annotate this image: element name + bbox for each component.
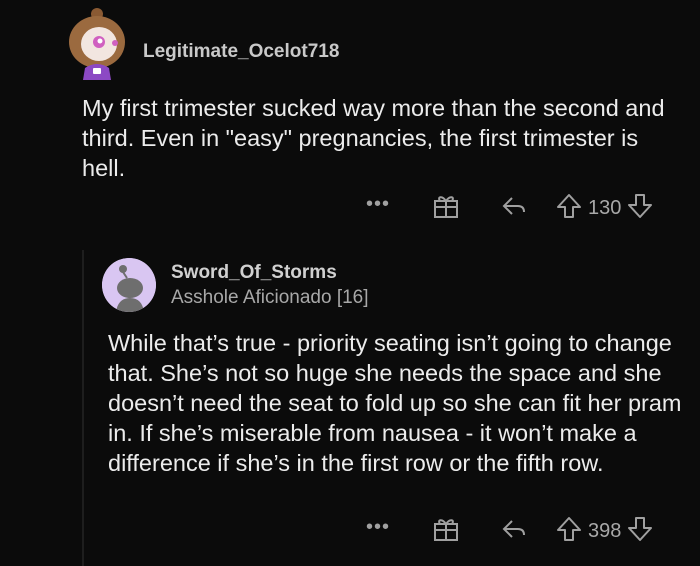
comment-1: Legitimate_Ocelot718 My first trimester … xyxy=(0,0,700,250)
comment-actions: ••• 130 xyxy=(364,192,653,225)
vote-score: 130 xyxy=(588,197,622,219)
upvote-arrow-icon[interactable] xyxy=(556,192,582,225)
more-options-icon[interactable]: ••• xyxy=(364,516,392,539)
award-gift-icon[interactable] xyxy=(432,192,460,225)
user-flair: Asshole Aficionado [16] xyxy=(171,287,369,308)
snoo-avatar-icon xyxy=(102,258,156,312)
more-options-icon[interactable]: ••• xyxy=(364,193,392,216)
avatar[interactable] xyxy=(66,8,128,80)
comment-body: My first trimester sucked way more than … xyxy=(82,95,665,181)
vote-score: 398 xyxy=(588,520,622,542)
downvote-arrow-icon[interactable] xyxy=(627,192,653,225)
username[interactable]: Legitimate_Ocelot718 xyxy=(143,41,339,63)
avatar-icon xyxy=(69,8,125,80)
avatar[interactable] xyxy=(102,258,156,312)
comment-body: While that’s true - priority seating isn… xyxy=(108,330,682,476)
reply-arrow-icon[interactable] xyxy=(500,192,528,225)
username[interactable]: Sword_Of_Storms xyxy=(171,262,337,284)
comment-actions: ••• 398 xyxy=(364,515,653,548)
upvote-arrow-icon[interactable] xyxy=(556,515,582,548)
downvote-arrow-icon[interactable] xyxy=(627,515,653,548)
reply-arrow-icon[interactable] xyxy=(500,515,528,548)
award-gift-icon[interactable] xyxy=(432,515,460,548)
